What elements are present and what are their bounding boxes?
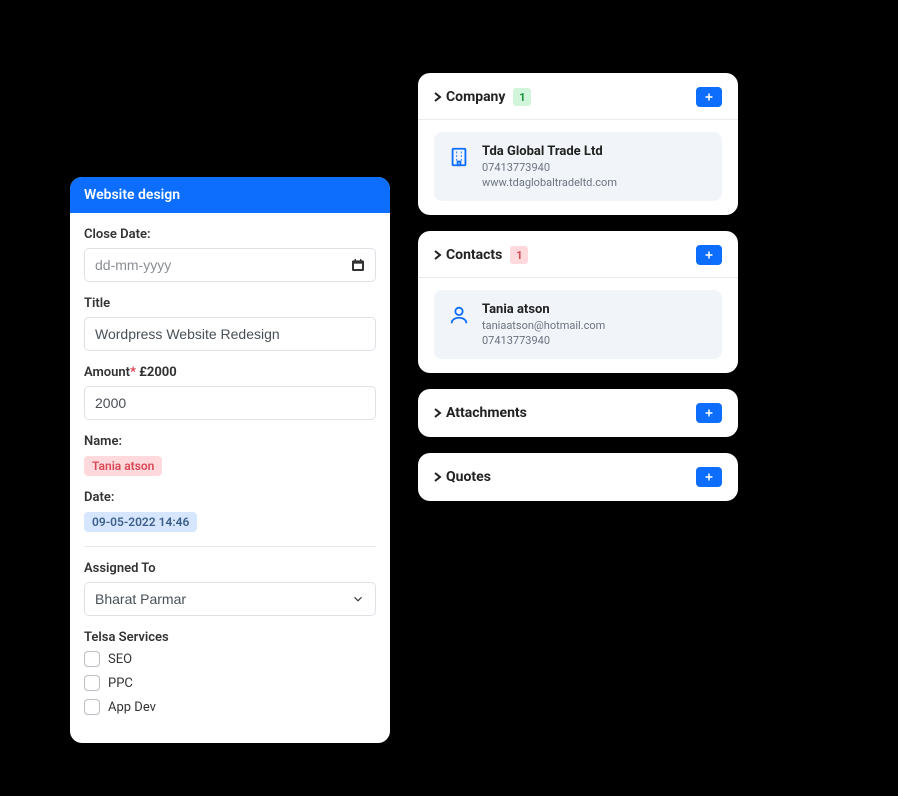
- plus-icon: [703, 471, 715, 483]
- service-checkbox-appdev[interactable]: [84, 699, 100, 715]
- card-divider: [418, 277, 738, 278]
- name-tag: Tania atson: [84, 456, 162, 476]
- person-icon: [448, 304, 470, 326]
- contact-item[interactable]: Tania atson taniaatson@hotmail.com 07413…: [434, 290, 722, 359]
- service-label[interactable]: SEO: [108, 652, 132, 667]
- chevron-right-icon: [434, 92, 442, 102]
- panel-header: Website design: [70, 177, 390, 213]
- contact-phone: 07413773940: [482, 334, 605, 347]
- quotes-card: Quotes: [418, 453, 738, 501]
- amount-label: Amount* £2000: [84, 365, 376, 380]
- company-card: Company 1 Tda Global Trade Ltd 074137739…: [418, 73, 738, 215]
- close-date-input[interactable]: [84, 248, 376, 282]
- title-input[interactable]: [84, 317, 376, 351]
- chevron-right-icon: [434, 408, 442, 418]
- deal-form-panel: Website design Close Date: Title Amount*…: [70, 177, 390, 743]
- company-item[interactable]: Tda Global Trade Ltd 07413773940 www.tda…: [434, 132, 722, 201]
- service-label[interactable]: App Dev: [108, 700, 156, 715]
- close-date-label: Close Date:: [84, 227, 376, 242]
- date-tag: 09-05-2022 14:46: [84, 512, 197, 532]
- panel-body: Close Date: Title Amount* £2000 Na: [70, 213, 390, 743]
- card-divider: [418, 119, 738, 120]
- company-phone: 07413773940: [482, 161, 617, 174]
- contact-name: Tania atson: [482, 302, 605, 317]
- contact-email: taniaatson@hotmail.com: [482, 319, 605, 332]
- add-quote-button[interactable]: [696, 467, 722, 487]
- company-website: www.tdaglobaltradeltd.com: [482, 176, 617, 189]
- divider: [84, 546, 376, 547]
- attachments-card-toggle[interactable]: Attachments: [434, 405, 527, 421]
- right-panel-stack: Company 1 Tda Global Trade Ltd 074137739…: [418, 73, 738, 501]
- contacts-card-toggle[interactable]: Contacts: [434, 247, 502, 263]
- date-label: Date:: [84, 490, 376, 505]
- add-attachment-button[interactable]: [696, 403, 722, 423]
- plus-icon: [703, 249, 715, 261]
- chevron-right-icon: [434, 250, 442, 260]
- service-checkbox-seo[interactable]: [84, 651, 100, 667]
- chevron-right-icon: [434, 472, 442, 482]
- title-label: Title: [84, 296, 376, 311]
- assigned-select[interactable]: Bharat Parmar: [84, 582, 376, 616]
- plus-icon: [703, 91, 715, 103]
- quotes-card-toggle[interactable]: Quotes: [434, 469, 491, 485]
- service-checkbox-ppc[interactable]: [84, 675, 100, 691]
- building-icon: [448, 146, 470, 168]
- contacts-count-badge: 1: [510, 246, 528, 264]
- company-count-badge: 1: [513, 88, 531, 106]
- service-label[interactable]: PPC: [108, 676, 133, 691]
- add-contact-button[interactable]: [696, 245, 722, 265]
- company-name: Tda Global Trade Ltd: [482, 144, 617, 159]
- contacts-card: Contacts 1 Tania atson taniaatson@hotmai…: [418, 231, 738, 373]
- name-label: Name:: [84, 434, 376, 449]
- assigned-label: Assigned To: [84, 561, 376, 576]
- amount-input[interactable]: [84, 386, 376, 420]
- plus-icon: [703, 407, 715, 419]
- services-label: Telsa Services: [84, 630, 376, 645]
- add-company-button[interactable]: [696, 87, 722, 107]
- attachments-card: Attachments: [418, 389, 738, 437]
- company-card-toggle[interactable]: Company: [434, 89, 505, 105]
